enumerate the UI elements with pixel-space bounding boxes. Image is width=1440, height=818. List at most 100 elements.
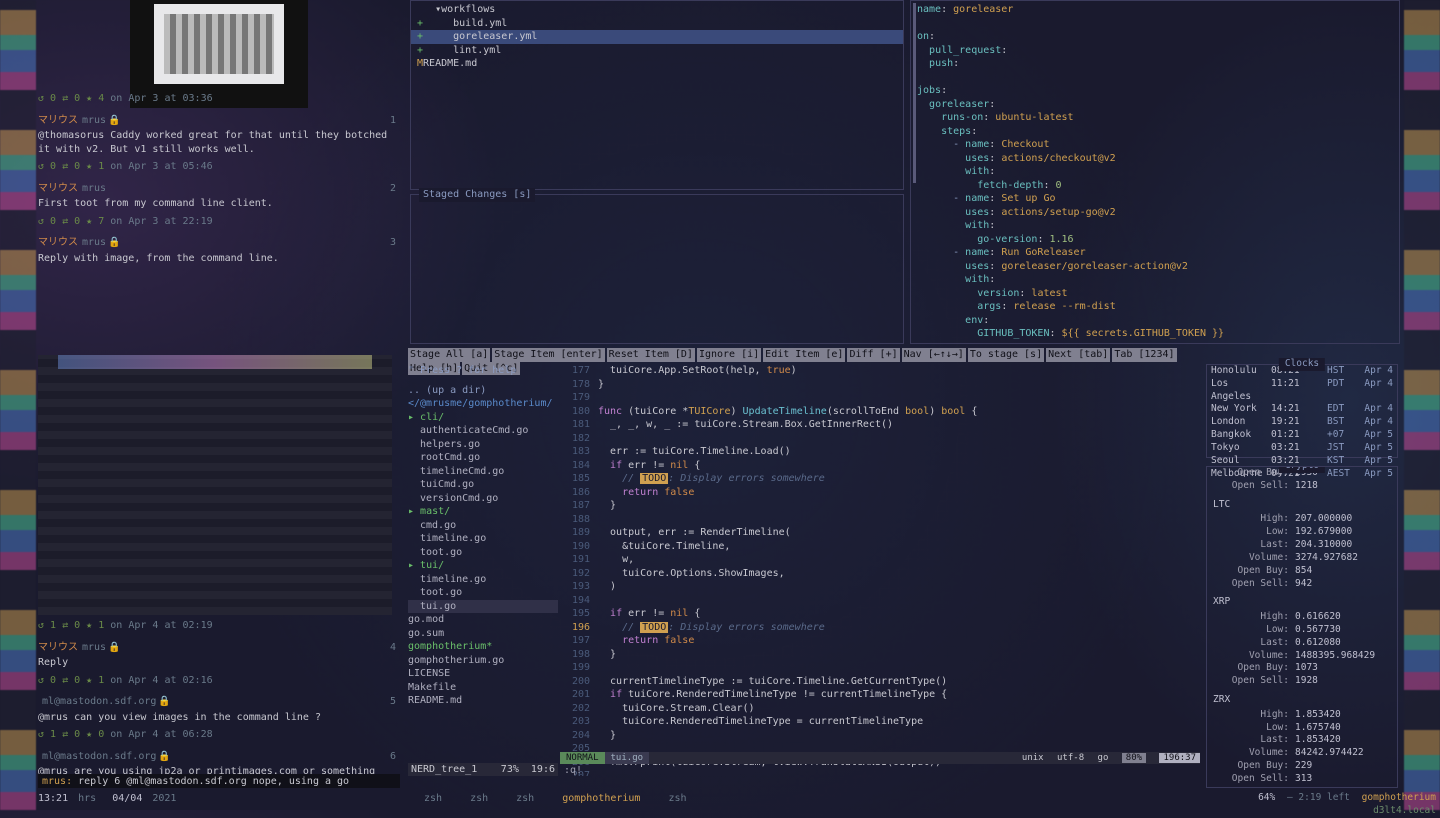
tmux-status-right: 64% — 2:19 left gomphotherium d3lt4.loca… xyxy=(1186,792,1436,806)
timeline-entry[interactable]: 5ml@mastodon.sdf.org🔒@mrus can you view … xyxy=(38,695,400,742)
yaml-line: pull_request: xyxy=(917,44,1393,58)
code-line: 185 // TODO: Display errors somewhere xyxy=(560,472,1200,486)
tmux-window-tab[interactable]: gomphotherium xyxy=(562,793,640,804)
timeline-entry[interactable]: 1マリウスmrus🔒@thomasorus Caddy worked great… xyxy=(38,114,400,174)
tree-file[interactable]: Makefile xyxy=(408,681,558,695)
timeline-entry-index: 4 xyxy=(390,641,396,655)
crypto-row: Open Buy:854 xyxy=(1207,565,1397,578)
timeline-entry[interactable]: 3マリウスmrus🔒Reply with image, from the com… xyxy=(38,236,400,633)
crypto-row: Low:192.679000 xyxy=(1207,526,1397,539)
git-unstaged-row[interactable]: + lint.yml xyxy=(417,44,897,58)
yaml-preview-pane[interactable]: name: goreleaser on: pull_request: push:… xyxy=(910,0,1400,344)
editor-mode: NORMAL xyxy=(560,752,605,764)
battery-timer: — 2:19 left xyxy=(1287,792,1350,803)
editor-filetype: go xyxy=(1098,753,1109,763)
timeline-entry-author: ml@mastodon.sdf.org🔒 xyxy=(38,750,400,764)
tree-file[interactable]: toot.go xyxy=(408,586,558,600)
git-unstaged-row[interactable]: + build.yml xyxy=(417,17,897,31)
tree-file[interactable]: versionCmd.go xyxy=(408,492,558,506)
code-line: 190 &tuiCore.Timeline, xyxy=(560,540,1200,554)
file-tree-pane[interactable]: " Press ? for help .. (up a dir) </@mrus… xyxy=(408,364,558,776)
code-line: 180func (tuiCore *TUICore) UpdateTimelin… xyxy=(560,405,1200,419)
tree-up-dir[interactable]: .. (up a dir) xyxy=(408,384,558,398)
git-command-hint: Nav [←↑↓→] xyxy=(902,348,966,362)
crypto-row: Open Sell:1928 xyxy=(1207,675,1397,688)
yaml-line: jobs: xyxy=(917,84,1393,98)
git-command-hint: Edit Item [e] xyxy=(763,348,845,362)
tree-file[interactable]: rootCmd.go xyxy=(408,451,558,465)
git-staged-pane[interactable]: Staged Changes [s] xyxy=(410,194,904,344)
crypto-row: Open Sell:942 xyxy=(1207,578,1397,591)
crypto-row: Volume:84242.974422 xyxy=(1207,747,1397,760)
timeline-entry-author: マリウスmrus🔒 xyxy=(38,641,400,655)
tree-file[interactable]: cmd.go xyxy=(408,519,558,533)
tree-status-bar: NERD_tree_1 73% 19:6 xyxy=(408,763,558,777)
tree-file[interactable]: gomphotherium* xyxy=(408,640,558,654)
tmux-window-tab[interactable]: zsh xyxy=(516,793,534,804)
tree-file[interactable]: README.md xyxy=(408,694,558,708)
timeline-entry-body: First toot from my command line client. xyxy=(38,197,400,211)
tree-dir[interactable]: mast/ xyxy=(408,505,558,519)
git-unstaged-row[interactable]: MREADME.md xyxy=(417,57,897,71)
yaml-line: name: goreleaser xyxy=(917,3,1393,17)
code-line: 201 if tuiCore.RenderedTimelineType != c… xyxy=(560,688,1200,702)
git-command-hint: Stage Item [enter] xyxy=(492,348,604,362)
tree-file[interactable]: gomphotherium.go xyxy=(408,654,558,668)
tree-help-hint: " Press ? for help xyxy=(408,364,558,378)
crypto-panel: Crypto Open Buy:2930Open Sell:1218LTCHig… xyxy=(1206,466,1398,788)
mastodon-timeline-pane[interactable]: ↺ 0 ⇄ 0 ★ 4 on Apr 3 at 03:36 1マリウスmrus🔒@… xyxy=(38,0,400,788)
crypto-row: Open Buy:229 xyxy=(1207,760,1397,773)
tree-status-pos: 19:6 xyxy=(531,764,555,775)
timeline-entry[interactable]: 4マリウスmrus🔒Reply↺ 0 ⇄ 0 ★ 1 on Apr 4 at 0… xyxy=(38,641,400,688)
timeline-entry-stats: ↺ 0 ⇄ 0 ★ 7 on Apr 3 at 22:19 xyxy=(38,215,400,229)
crypto-row: Last:1.853420 xyxy=(1207,734,1397,747)
editor-command-line[interactable]: :q! xyxy=(560,764,1200,776)
tree-dir[interactable]: cli/ xyxy=(408,411,558,425)
code-line: 187 } xyxy=(560,499,1200,513)
git-unstaged-pane[interactable]: ▾workflows+ build.yml+ goreleaser.yml+ l… xyxy=(410,0,904,190)
tree-file[interactable]: tui.go xyxy=(408,600,558,614)
editor-status-bar: NORMALtui.go unix utf-8 go 80% 196:37 xyxy=(560,752,1200,764)
yaml-line: fetch-depth: 0 xyxy=(917,179,1393,193)
status-time: 13:21 xyxy=(38,793,68,804)
tree-file[interactable]: authenticateCmd.go xyxy=(408,424,558,438)
tree-file[interactable]: go.sum xyxy=(408,627,558,641)
code-line: 204 } xyxy=(560,729,1200,743)
yaml-line: with: xyxy=(917,165,1393,179)
tree-file[interactable]: go.mod xyxy=(408,613,558,627)
tmux-window-tabs[interactable]: zsh zsh zsh gomphotherium zsh xyxy=(410,792,1200,806)
yaml-line: runs-on: ubuntu-latest xyxy=(917,111,1393,125)
timeline-entry[interactable]: 2マリウスmrusFirst toot from my command line… xyxy=(38,182,400,229)
timeline-entry-body: @mrus can you view images in the command… xyxy=(38,711,400,725)
tree-file[interactable]: timeline.go xyxy=(408,532,558,546)
crypto-symbol: ZRX xyxy=(1207,692,1397,709)
editor-filename: tui.go xyxy=(605,752,650,764)
scrollbar[interactable] xyxy=(913,3,916,183)
tmux-window-tab[interactable]: zsh xyxy=(424,793,442,804)
tmux-window-tab[interactable]: zsh xyxy=(470,793,488,804)
crypto-row: Open Buy:1073 xyxy=(1207,662,1397,675)
crypto-row: High:1.853420 xyxy=(1207,709,1397,722)
tree-file[interactable]: LICENSE xyxy=(408,667,558,681)
clock-row: Bangkok01:21+07Apr 5 xyxy=(1207,429,1397,442)
git-unstaged-row[interactable]: ▾workflows xyxy=(417,3,897,17)
yaml-line: uses: actions/checkout@v2 xyxy=(917,152,1393,166)
timeline-command-input[interactable]: mrus: reply 6 @ml@mastodon.sdf.org nope,… xyxy=(38,774,400,788)
tree-file[interactable]: timelineCmd.go xyxy=(408,465,558,479)
code-line: 196 // TODO: Display errors somewhere xyxy=(560,621,1200,635)
timeline-entry[interactable]: ↺ 0 ⇄ 0 ★ 4 on Apr 3 at 03:36 xyxy=(38,92,400,106)
code-line: 179 xyxy=(560,391,1200,405)
crypto-row: Volume:1488395.968429 xyxy=(1207,650,1397,663)
timeline-entry-stats: ↺ 1 ⇄ 0 ★ 1 on Apr 4 at 02:19 xyxy=(38,619,400,633)
tree-file[interactable]: timeline.go xyxy=(408,573,558,587)
code-editor-pane[interactable]: 177 tuiCore.App.SetRoot(help, true)178}1… xyxy=(560,364,1200,776)
tmux-window-tab[interactable]: zsh xyxy=(668,793,686,804)
timeline-entry-index: 6 xyxy=(390,750,396,764)
code-line: 177 tuiCore.App.SetRoot(help, true) xyxy=(560,364,1200,378)
git-unstaged-row[interactable]: + goreleaser.yml xyxy=(411,30,903,44)
tree-dir[interactable]: tui/ xyxy=(408,559,558,573)
timeline-entry-index: 2 xyxy=(390,182,396,196)
tree-file[interactable]: toot.go xyxy=(408,546,558,560)
tree-file[interactable]: helpers.go xyxy=(408,438,558,452)
tree-file[interactable]: tuiCmd.go xyxy=(408,478,558,492)
